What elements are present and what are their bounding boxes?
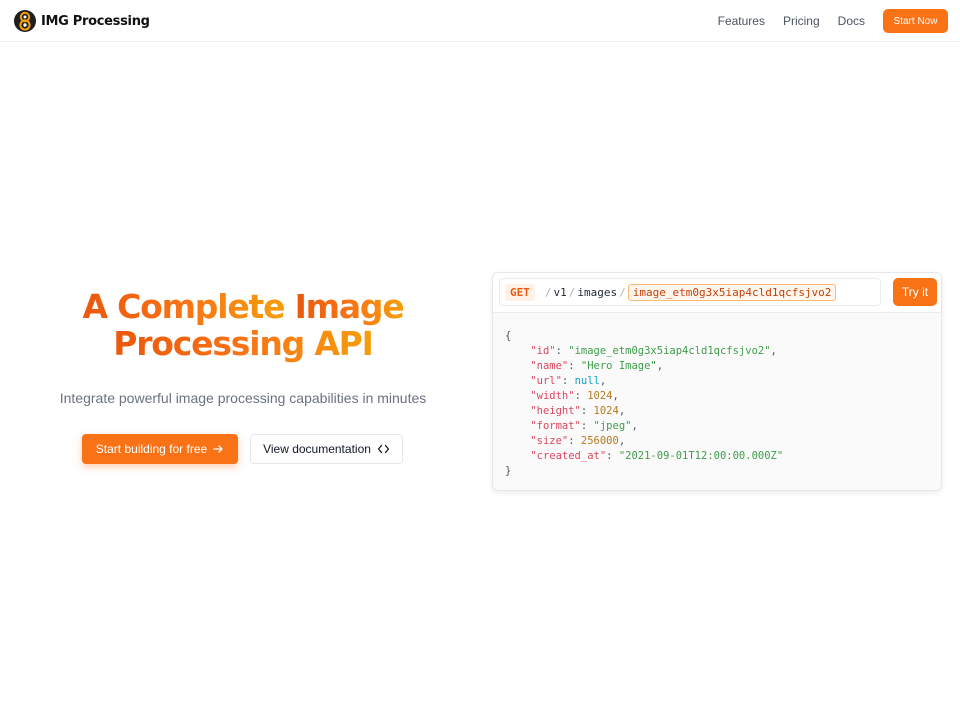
json-value: 256000 <box>580 435 619 447</box>
hero-cta-group: Start building for free View documentati… <box>82 434 403 464</box>
http-method-badge: GET <box>505 283 535 301</box>
nav-link-features[interactable]: Features <box>718 14 765 28</box>
path-separator: / <box>568 285 576 299</box>
response-json: { "id": "image_etm0g3x5iap4cld1qcfsjvo2"… <box>505 330 784 477</box>
code-brackets-icon <box>377 444 390 454</box>
api-demo-panel: GET / v1 / images / image_etm0g3x5iap4cl… <box>492 272 942 491</box>
json-value: null <box>574 375 600 387</box>
json-key: "format" <box>530 420 581 432</box>
view-documentation-button[interactable]: View documentation <box>250 434 403 464</box>
json-open-brace: { <box>505 330 512 342</box>
brand-name: IMG Processing <box>41 13 150 29</box>
hero-title-part2: Image <box>294 287 405 326</box>
top-navbar: IMG Processing Features Pricing Docs Sta… <box>0 0 960 42</box>
json-value: 1024 <box>587 390 613 402</box>
spiral-8-logo-icon <box>14 10 36 32</box>
path-segment-version: v1 <box>553 285 567 299</box>
json-key: "url" <box>530 375 562 387</box>
json-key: "name" <box>530 360 569 372</box>
json-key: "size" <box>530 435 569 447</box>
start-building-label: Start building for free <box>95 442 208 456</box>
path-separator: / <box>619 285 626 299</box>
start-building-button[interactable]: Start building for free <box>82 434 238 464</box>
start-now-button[interactable]: Start Now <box>883 9 948 33</box>
json-value: "2021-09-01T12:00:00.000Z" <box>618 450 784 462</box>
main-nav: Features Pricing Docs Start Now <box>718 9 948 33</box>
arrow-right-icon <box>213 445 223 453</box>
json-value: "Hero Image" <box>580 360 657 372</box>
path-segment-resource: images <box>577 285 618 299</box>
json-value: 1024 <box>593 405 619 417</box>
try-it-button[interactable]: Try it <box>893 278 937 306</box>
json-key: "height" <box>530 405 581 417</box>
json-key: "id" <box>530 345 556 357</box>
nav-link-pricing[interactable]: Pricing <box>783 14 820 28</box>
json-close-brace: } <box>505 465 512 477</box>
hero-title-part1: A Complete <box>82 287 285 326</box>
hero-subtitle: Integrate powerful image processing capa… <box>59 390 427 406</box>
brand-link[interactable]: IMG Processing <box>13 9 150 33</box>
hero-section: A Complete Image Processing API <box>40 288 446 362</box>
json-value: "jpeg" <box>593 420 632 432</box>
view-documentation-label: View documentation <box>263 442 371 456</box>
json-key: "width" <box>530 390 575 402</box>
nav-link-docs[interactable]: Docs <box>838 14 865 28</box>
request-url-field[interactable]: GET / v1 / images / image_etm0g3x5iap4cl… <box>499 278 881 306</box>
request-bar: GET / v1 / images / image_etm0g3x5iap4cl… <box>493 273 941 313</box>
image-id-param[interactable]: image_etm0g3x5iap4cld1qcfsjvo2 <box>627 283 837 301</box>
json-value: "image_etm0g3x5iap4cld1qcfsjvo2" <box>568 345 771 357</box>
path-separator: / <box>544 285 552 299</box>
hero-title: A Complete Image Processing API <box>40 288 446 362</box>
json-key: "created_at" <box>530 450 607 462</box>
hero-title-line2: Processing API <box>113 324 374 363</box>
